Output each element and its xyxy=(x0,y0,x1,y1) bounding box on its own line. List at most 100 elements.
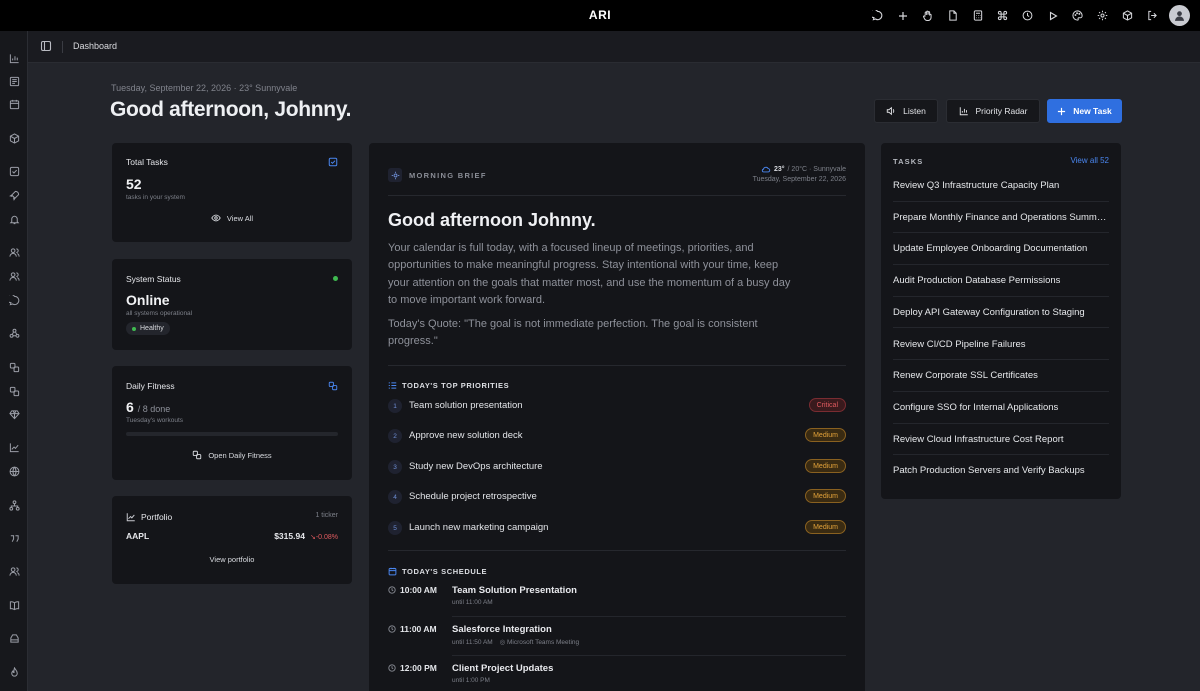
priority-badge: Medium xyxy=(805,520,846,534)
rocket-icon[interactable] xyxy=(6,187,22,203)
gem-icon[interactable] xyxy=(6,406,22,422)
divider xyxy=(452,616,846,617)
new-task-button[interactable]: New Task xyxy=(1047,99,1122,123)
card-subtitle: all systems operational xyxy=(126,310,193,317)
priority-item[interactable]: 3 Study new DevOps architecture Medium xyxy=(388,452,846,482)
priority-item[interactable]: 1 Team solution presentation Critical xyxy=(388,391,846,421)
healthy-dot xyxy=(132,326,136,331)
link-icon[interactable] xyxy=(6,359,22,375)
user-avatar-icon[interactable] xyxy=(1169,5,1190,26)
divider xyxy=(388,365,846,366)
breadcrumb-bar: Dashboard xyxy=(28,31,1200,63)
palette-icon[interactable] xyxy=(1065,5,1090,26)
location-pin-icon: ◎ xyxy=(499,639,506,646)
task-item[interactable]: Renew Corporate SSL Certificates xyxy=(893,360,1109,392)
ticker-price: $315.94 xyxy=(274,531,305,541)
divider xyxy=(62,41,63,53)
view-all-tasks-link[interactable]: View all 52 xyxy=(1070,156,1109,165)
task-item[interactable]: Review CI/CD Pipeline Failures xyxy=(893,329,1109,361)
brief-label: MORNING BRIEF xyxy=(409,171,487,180)
chat-icon[interactable] xyxy=(865,5,890,26)
task-item[interactable]: Review Cloud Infrastructure Cost Report xyxy=(893,424,1109,456)
people-icon[interactable] xyxy=(6,563,22,579)
task-item[interactable]: Deploy API Gateway Configuration to Stag… xyxy=(893,297,1109,329)
newspaper-icon[interactable] xyxy=(6,73,22,89)
list-icon xyxy=(388,381,397,390)
cube-icon[interactable] xyxy=(1115,5,1140,26)
card-title: Daily Fitness xyxy=(126,381,175,391)
task-item[interactable]: Configure SSO for Internal Applications xyxy=(893,392,1109,424)
priority-badge: Medium xyxy=(805,428,846,442)
calendar-icon xyxy=(388,567,397,576)
priority-item[interactable]: 2 Approve new solution deck Medium xyxy=(388,421,846,451)
brief-quote: Today's Quote: "The goal is not immediat… xyxy=(388,318,758,348)
card-title: Total Tasks xyxy=(126,157,168,167)
total-tasks-card: Total Tasks 52 tasks in your system View… xyxy=(112,143,352,242)
card-title: System Status xyxy=(126,274,181,284)
bell-icon[interactable] xyxy=(6,211,22,227)
trend-icon[interactable] xyxy=(6,439,22,455)
card-subtitle: Tuesday's workouts xyxy=(126,417,183,424)
task-item[interactable]: Audit Production Database Permissions xyxy=(893,265,1109,297)
quote-icon[interactable] xyxy=(6,530,22,546)
dumbbell-icon xyxy=(192,450,202,460)
command-icon[interactable] xyxy=(990,5,1015,26)
globe-icon[interactable] xyxy=(6,463,22,479)
message-icon[interactable] xyxy=(6,292,22,308)
brief-date: Tuesday, September 22, 2026 xyxy=(752,176,846,183)
divider xyxy=(388,195,846,196)
task-item[interactable]: Update Employee Onboarding Documentation xyxy=(893,233,1109,266)
calendar-icon[interactable] xyxy=(6,96,22,112)
team-icon[interactable] xyxy=(6,268,22,284)
open-daily-fitness-link[interactable]: Open Daily Fitness xyxy=(112,450,352,460)
card-title: Portfolio xyxy=(141,512,173,522)
ticker-change: ↘-0.08% xyxy=(309,534,338,541)
logout-icon[interactable] xyxy=(1140,5,1165,26)
priority-item[interactable]: 4 Schedule project retrospective Medium xyxy=(388,482,846,512)
view-portfolio-link[interactable]: View portfolio xyxy=(112,555,352,564)
sidebar-toggle-icon[interactable] xyxy=(40,40,52,52)
drive-icon[interactable] xyxy=(6,630,22,646)
fitness-progress-bar xyxy=(126,432,338,436)
clock-icon[interactable] xyxy=(1015,5,1040,26)
network-icon[interactable] xyxy=(6,325,22,341)
view-all-link[interactable]: View All xyxy=(112,213,352,223)
portfolio-card: Portfolio 1 ticker AAPL $315.94 ↘-0.08% … xyxy=(112,496,352,584)
total-tasks-value: 52 xyxy=(126,176,142,192)
left-rail xyxy=(0,31,28,691)
speaker-icon xyxy=(886,106,896,116)
task-item[interactable]: Patch Production Servers and Verify Back… xyxy=(893,455,1109,487)
priority-badge: Critical xyxy=(808,398,846,412)
schedule-item[interactable]: 12:00 PM Client Project Updates until 1:… xyxy=(388,663,846,691)
book-icon[interactable] xyxy=(6,597,22,613)
users-icon[interactable] xyxy=(6,244,22,260)
hand-icon[interactable] xyxy=(915,5,940,26)
page-title: Good afternoon, Johnny. xyxy=(110,98,352,121)
listen-button[interactable]: Listen xyxy=(874,99,938,123)
task-item[interactable]: Prepare Monthly Finance and Operations S… xyxy=(893,202,1109,234)
gear-icon[interactable] xyxy=(1090,5,1115,26)
schedule-item[interactable]: 10:00 AM Team Solution Presentation unti… xyxy=(388,585,846,615)
plus-icon[interactable] xyxy=(890,5,915,26)
checkbox-icon[interactable] xyxy=(6,163,22,179)
priority-badge: Medium xyxy=(805,459,846,473)
package-icon[interactable] xyxy=(6,130,22,146)
copy-icon[interactable] xyxy=(6,383,22,399)
play-icon[interactable] xyxy=(1040,5,1065,26)
file-icon[interactable] xyxy=(940,5,965,26)
dumbbell-icon xyxy=(328,381,338,391)
divider xyxy=(452,655,846,656)
brief-greeting: Good afternoon Johnny. xyxy=(388,210,596,230)
calculator-icon[interactable] xyxy=(965,5,990,26)
hierarchy-icon[interactable] xyxy=(6,497,22,513)
brief-weather: 23° / 20°C · Sunnyvale xyxy=(761,164,846,174)
priority-item[interactable]: 5 Launch new marketing campaign Medium xyxy=(388,513,846,543)
task-item[interactable]: Review Q3 Infrastructure Capacity Plan xyxy=(893,170,1109,202)
priority-radar-button[interactable]: Priority Radar xyxy=(946,99,1040,123)
system-status-card: System Status Online all systems operati… xyxy=(112,259,352,350)
bar-chart-icon[interactable] xyxy=(6,50,22,66)
schedule-item[interactable]: 11:00 AM Salesforce Integration until 11… xyxy=(388,624,846,654)
breadcrumb[interactable]: Dashboard xyxy=(73,41,117,51)
flame-icon[interactable] xyxy=(6,664,22,680)
ticker-count: 1 ticker xyxy=(315,512,338,519)
